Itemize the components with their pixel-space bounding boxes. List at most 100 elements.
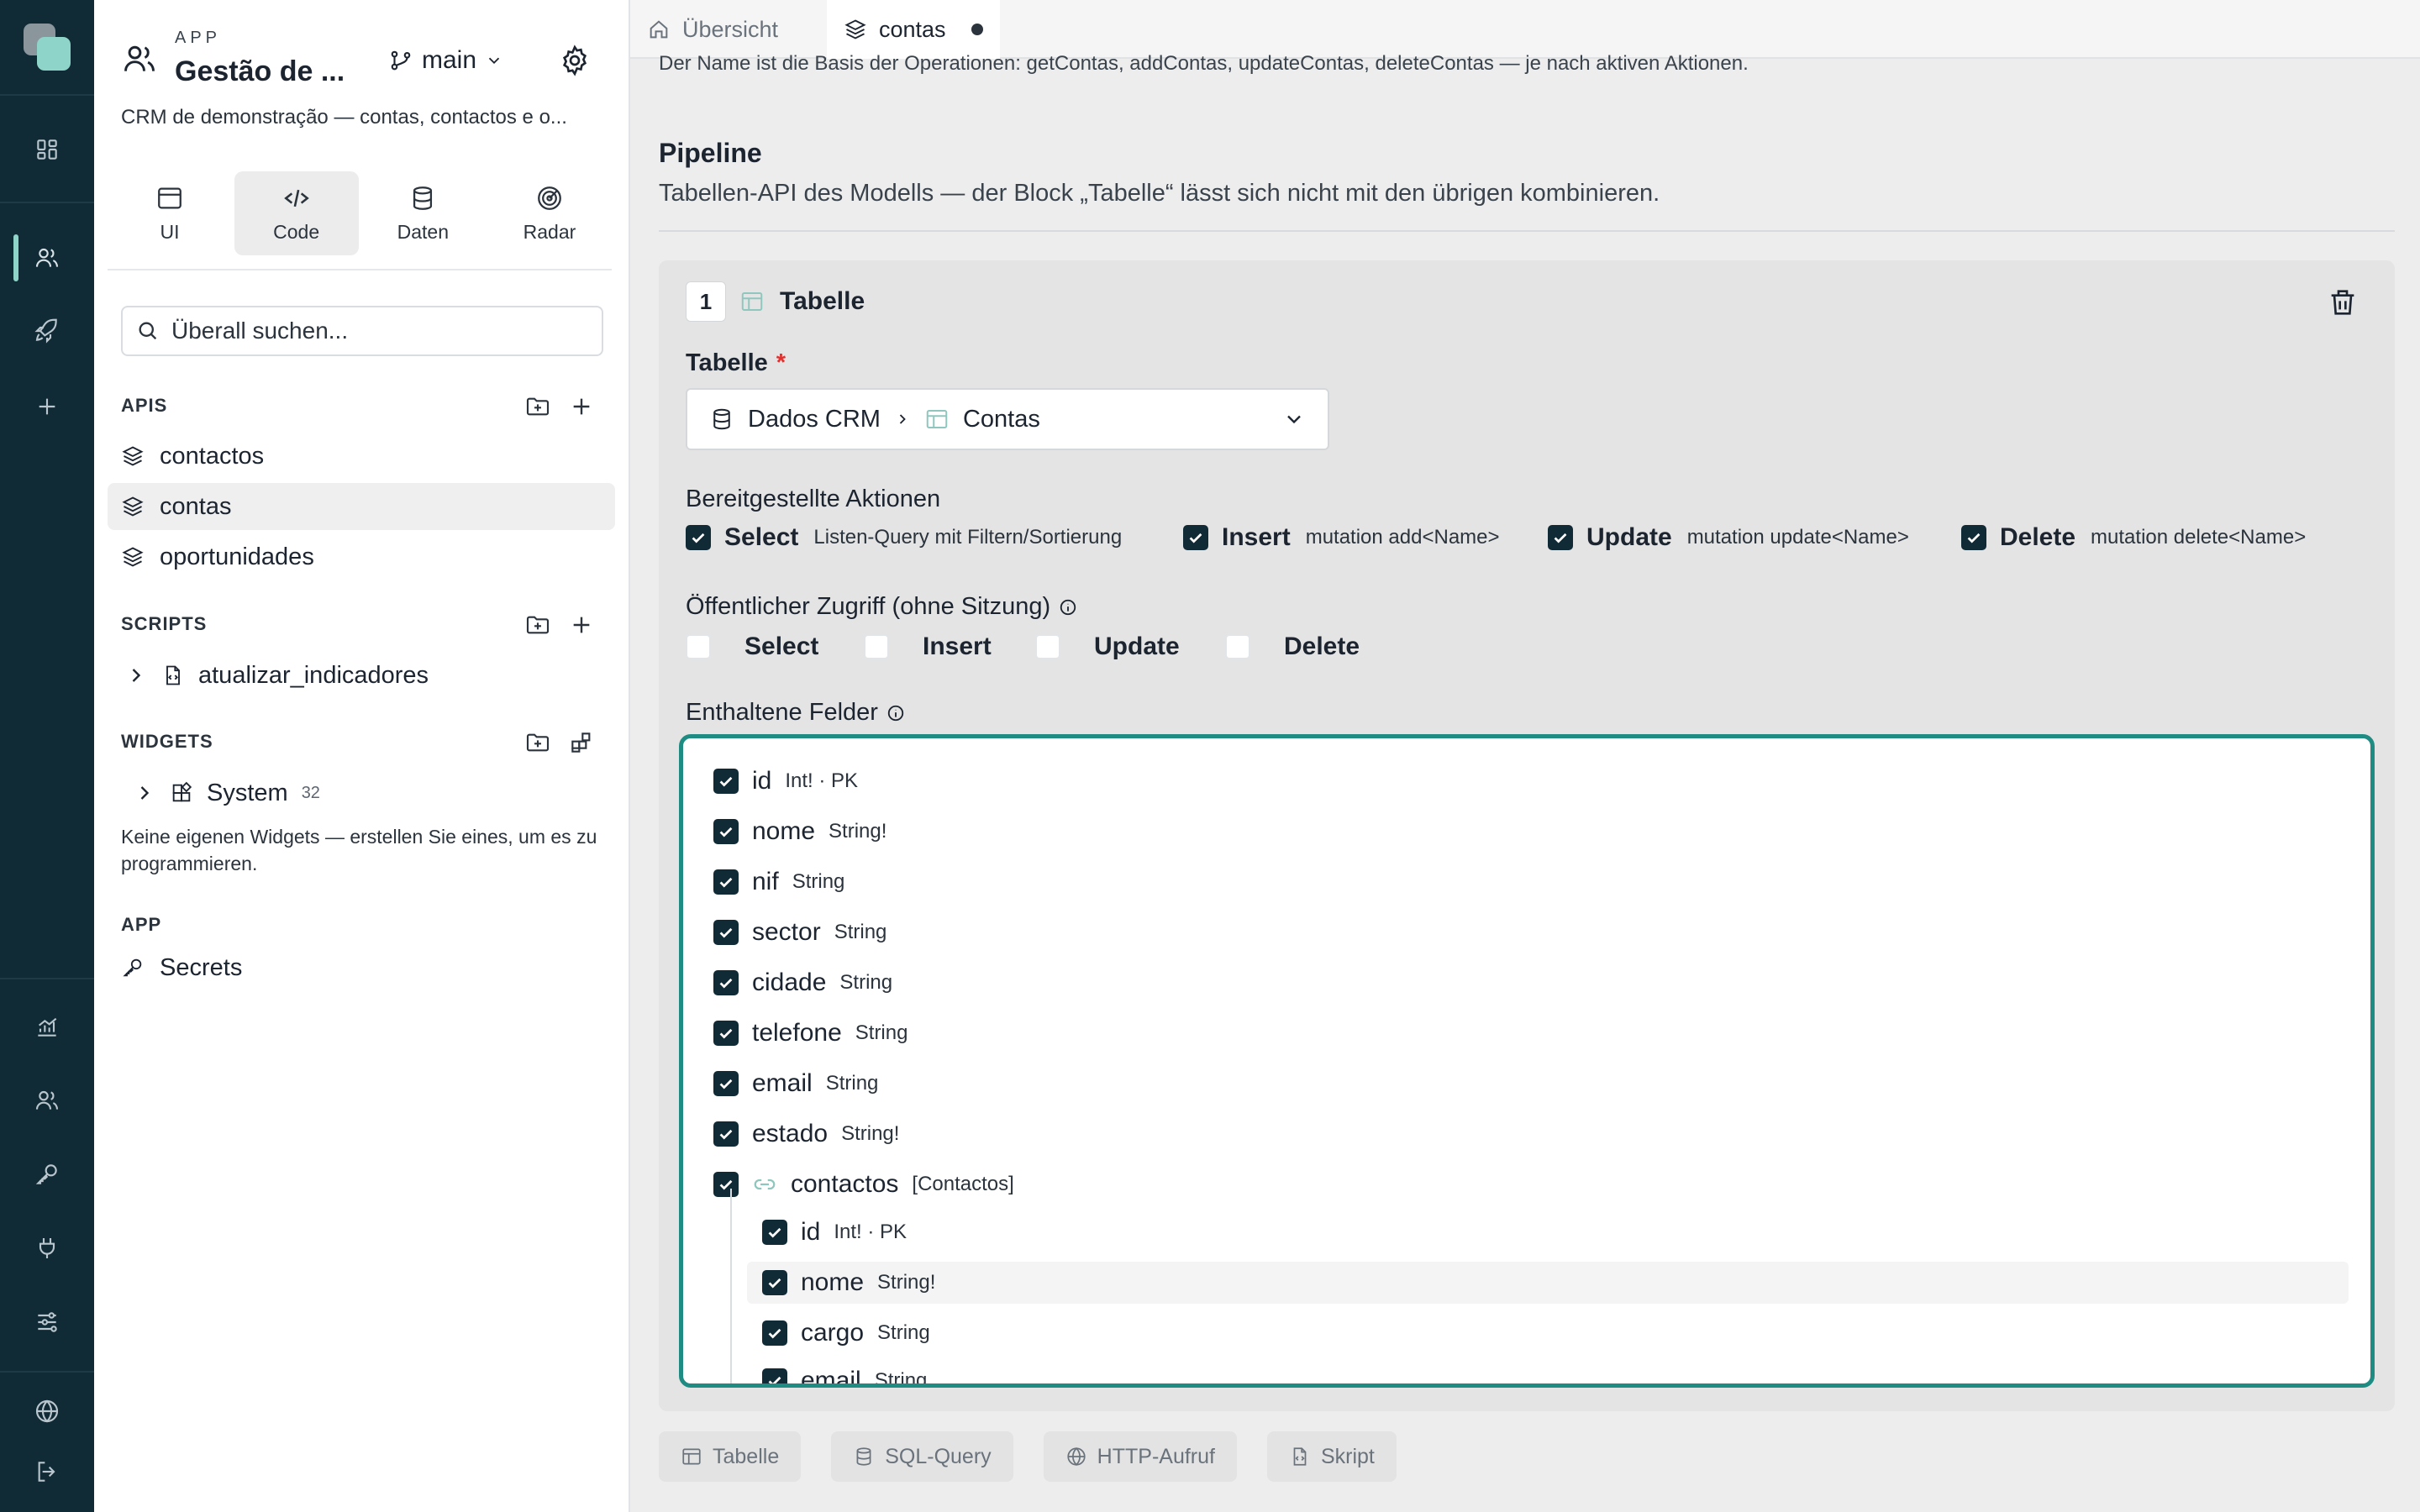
- tree-item-api[interactable]: contactos: [108, 433, 615, 480]
- checkbox-checked[interactable]: [1961, 525, 1986, 550]
- trash-icon[interactable]: [2326, 286, 2360, 319]
- field-type: String: [839, 971, 893, 994]
- tab-ui[interactable]: UI: [108, 171, 232, 255]
- users-icon[interactable]: [27, 238, 67, 278]
- checkbox-checked[interactable]: [713, 970, 739, 995]
- checkbox-checked[interactable]: [713, 1071, 739, 1096]
- add-http-block-button[interactable]: HTTP-Aufruf: [1043, 1431, 1237, 1482]
- field-type: String: [834, 921, 887, 943]
- tree-item-api[interactable]: contas: [108, 483, 615, 530]
- checkbox-checked[interactable]: [713, 920, 739, 945]
- field-row[interactable]: nif String: [713, 861, 844, 903]
- info-icon[interactable]: [1059, 598, 1077, 617]
- tab-daten[interactable]: Daten: [360, 171, 485, 255]
- checkbox-checked[interactable]: [713, 869, 739, 895]
- checkbox-checked[interactable]: [713, 1172, 739, 1197]
- plus-icon[interactable]: [565, 390, 598, 423]
- fields-list[interactable]: id Int! · PK nome String! nif String sec…: [679, 734, 2375, 1388]
- checkbox-checked[interactable]: [713, 769, 739, 794]
- add-block-bar: Tabelle SQL-Query HTTP-Aufruf Skript: [659, 1431, 1397, 1482]
- sliders-icon[interactable]: [27, 1302, 67, 1342]
- action-name: Delete: [2000, 523, 2076, 551]
- checkbox-unchecked[interactable]: [686, 634, 711, 659]
- field-row[interactable]: estado String!: [713, 1113, 899, 1155]
- analytics-icon[interactable]: [27, 1006, 67, 1047]
- checkbox-checked[interactable]: [762, 1320, 787, 1346]
- tree-item-widget-group[interactable]: System 32: [108, 769, 615, 816]
- checkbox-checked[interactable]: [713, 1121, 739, 1147]
- team-icon[interactable]: [27, 1080, 67, 1121]
- action-delete[interactable]: Delete mutation delete<Name>: [1961, 523, 2306, 552]
- nested-field-row[interactable]: cargo String: [762, 1312, 930, 1354]
- field-row[interactable]: id Int! · PK: [713, 760, 858, 802]
- checkbox-checked[interactable]: [762, 1270, 787, 1295]
- tree-item-api[interactable]: oportunidades: [108, 533, 615, 580]
- logout-icon[interactable]: [27, 1452, 67, 1492]
- tree-item-secrets[interactable]: Secrets: [108, 944, 615, 991]
- field-row[interactable]: cidade String: [713, 962, 892, 1004]
- new-folder-icon[interactable]: [521, 390, 555, 423]
- public-insert[interactable]: Insert: [864, 633, 1035, 661]
- nested-field-row[interactable]: nome String!: [747, 1262, 2349, 1304]
- layers-icon: [844, 19, 866, 39]
- plus-icon[interactable]: [27, 386, 67, 427]
- new-folder-icon[interactable]: [521, 608, 555, 642]
- field-row[interactable]: email String: [713, 1063, 878, 1105]
- checkbox-checked[interactable]: [713, 1021, 739, 1046]
- tab-label: Radar: [523, 220, 576, 243]
- tree-item-script[interactable]: atualizar_indicadores: [108, 652, 615, 699]
- users-icon: [121, 40, 158, 77]
- rail-divider: [0, 94, 94, 96]
- checkbox-checked[interactable]: [1183, 525, 1208, 550]
- add-script-block-button[interactable]: Skript: [1266, 1431, 1397, 1482]
- info-icon[interactable]: [886, 704, 905, 722]
- public-update[interactable]: Update: [1035, 633, 1225, 661]
- tab-radar[interactable]: Radar: [487, 171, 612, 255]
- app-logo-icon[interactable]: [24, 24, 71, 71]
- key-icon[interactable]: [27, 1154, 67, 1194]
- checkbox-checked[interactable]: [1548, 525, 1573, 550]
- action-update[interactable]: Update mutation update<Name>: [1548, 523, 1961, 552]
- gear-icon[interactable]: [558, 44, 592, 77]
- plug-icon[interactable]: [27, 1228, 67, 1268]
- public-access-label: Öffentlicher Zugriff (ohne Sitzung): [686, 593, 1077, 621]
- field-type: String!: [877, 1271, 936, 1294]
- public-delete[interactable]: Delete: [1225, 633, 1360, 661]
- search-input[interactable]: [171, 318, 575, 344]
- action-insert[interactable]: Insert mutation add<Name>: [1183, 523, 1548, 552]
- nested-field-row[interactable]: id Int! · PK: [762, 1211, 907, 1253]
- public-select[interactable]: Select: [686, 633, 864, 661]
- add-sql-block-button[interactable]: SQL-Query: [831, 1431, 1013, 1482]
- new-folder-icon[interactable]: [521, 726, 555, 759]
- nested-field-row[interactable]: email String: [762, 1360, 927, 1383]
- checkbox-checked[interactable]: [762, 1220, 787, 1245]
- tab-bar: Übersicht contas: [630, 0, 2420, 59]
- table-select[interactable]: Dados CRM Contas: [686, 388, 1329, 450]
- tab-code[interactable]: Code: [234, 171, 359, 255]
- field-row[interactable]: sector String: [713, 911, 886, 953]
- widget-count-badge: 32: [301, 783, 320, 802]
- app-title[interactable]: Gestão de ...: [175, 55, 345, 88]
- field-row[interactable]: nome String!: [713, 811, 886, 853]
- field-type: Int! · PK: [834, 1221, 908, 1243]
- checkbox-checked[interactable]: [713, 819, 739, 844]
- checkbox-unchecked[interactable]: [1225, 634, 1250, 659]
- checkbox-checked[interactable]: [762, 1368, 787, 1383]
- key-icon: [123, 958, 142, 977]
- branch-selector[interactable]: main: [388, 44, 503, 77]
- add-widget-icon[interactable]: [565, 726, 598, 759]
- globe-icon[interactable]: [27, 1391, 67, 1431]
- add-table-block-button[interactable]: Tabelle: [659, 1431, 802, 1482]
- dashboard-icon[interactable]: [27, 129, 67, 170]
- tab-contas[interactable]: contas: [827, 0, 1000, 59]
- checkbox-unchecked[interactable]: [864, 634, 889, 659]
- action-select[interactable]: Select Listen-Query mit Filtern/Sortieru…: [686, 523, 1183, 552]
- field-row[interactable]: telefone String: [713, 1012, 908, 1054]
- plus-icon[interactable]: [565, 608, 598, 642]
- tab-overview[interactable]: Übersicht: [630, 0, 795, 59]
- field-row-relation[interactable]: contactos [Contactos]: [713, 1163, 1014, 1205]
- search-box[interactable]: [121, 306, 603, 356]
- rocket-icon[interactable]: [27, 311, 67, 351]
- checkbox-checked[interactable]: [686, 525, 711, 550]
- checkbox-unchecked[interactable]: [1035, 634, 1060, 659]
